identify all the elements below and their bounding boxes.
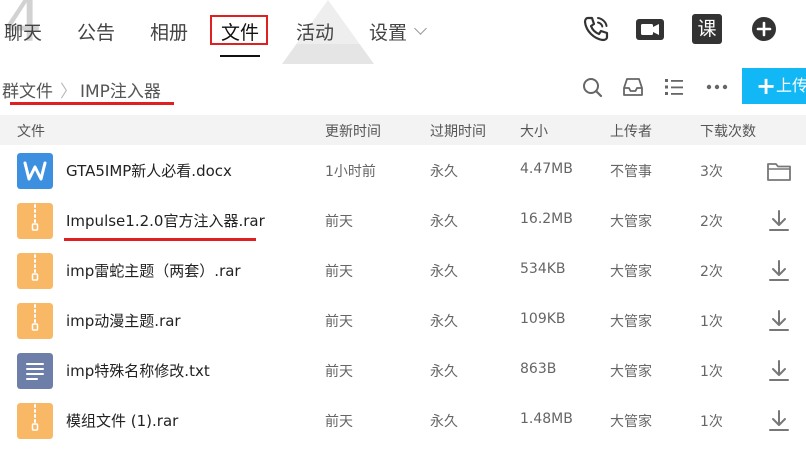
file-name[interactable]: GTA5IMP新人必看.docx [66, 160, 232, 181]
download-icon[interactable] [766, 408, 792, 434]
file-name[interactable]: imp特殊名称修改.txt [66, 360, 210, 381]
uploader: 大管家 [610, 314, 652, 330]
expire-time: 永久 [430, 314, 458, 330]
tab-announcements[interactable]: 公告 [77, 18, 115, 45]
breadcrumb-separator: 〉 [60, 82, 77, 102]
phone-icon[interactable] [580, 13, 612, 45]
updated-time: 1小时前 [325, 164, 376, 180]
download-count: 1次 [700, 314, 723, 330]
file-size: 1.48MB [520, 411, 573, 427]
file-size: 16.2MB [520, 211, 573, 227]
download-count: 3次 [700, 164, 723, 180]
video-call-icon[interactable] [634, 13, 666, 45]
expire-time: 永久 [430, 364, 458, 380]
file-name[interactable]: 模组文件 (1).rar [66, 410, 178, 431]
file-name[interactable]: Impulse1.2.0官方注入器.rar [66, 210, 265, 231]
updated-time: 前天 [325, 364, 353, 380]
tab-chat[interactable]: 聊天 [4, 18, 42, 45]
breadcrumb-highlight [10, 102, 174, 105]
inbox-icon[interactable] [621, 75, 645, 99]
uploader: 不管事 [610, 164, 652, 180]
header-file[interactable]: 文件 [17, 121, 45, 141]
download-icon[interactable] [766, 308, 792, 334]
table-row[interactable]: imp动漫主题.rar 前天 永久 109KB 大管家 1次 [0, 295, 806, 345]
file-size: 109KB [520, 311, 566, 327]
download-count: 1次 [700, 364, 723, 380]
archive-file-icon [17, 303, 53, 339]
table-row[interactable]: imp雷蛇主题（两套）.rar 前天 永久 534KB 大管家 2次 [0, 245, 806, 295]
folder-icon[interactable] [766, 158, 792, 184]
list-view-icon[interactable] [662, 75, 686, 99]
chevron-down-icon[interactable] [414, 22, 427, 35]
more-icon[interactable] [705, 75, 729, 99]
expire-time: 永久 [430, 164, 458, 180]
breadcrumb-current: IMP注入器 [80, 82, 161, 102]
file-table-header: 文件 更新时间 过期时间 大小 上传者 下载次数 [0, 115, 806, 145]
archive-file-icon [17, 403, 53, 439]
uploader: 大管家 [610, 214, 652, 230]
course-icon[interactable]: 课 [692, 14, 722, 44]
search-icon[interactable] [580, 75, 604, 99]
file-name[interactable]: imp动漫主题.rar [66, 310, 181, 331]
tab-files-underline [220, 55, 260, 57]
file-size: 863B [520, 361, 557, 377]
tab-activities[interactable]: 活动 [296, 18, 334, 45]
file-name[interactable]: imp雷蛇主题（两套）.rar [66, 260, 241, 281]
header-updated[interactable]: 更新时间 [325, 121, 381, 141]
download-icon[interactable] [766, 358, 792, 384]
expire-time: 永久 [430, 214, 458, 230]
table-row[interactable]: GTA5IMP新人必看.docx 1小时前 永久 4.47MB 不管事 3次 [0, 145, 806, 195]
file-size: 4.47MB [520, 161, 573, 177]
archive-file-icon [17, 253, 53, 289]
expire-time: 永久 [430, 264, 458, 280]
table-row[interactable]: 模组文件 (1).rar 前天 永久 1.48MB 大管家 1次 [0, 395, 806, 445]
file-size: 534KB [520, 261, 566, 277]
archive-file-icon [17, 203, 53, 239]
download-count: 1次 [700, 414, 723, 430]
word-file-icon [17, 153, 53, 189]
header-size[interactable]: 大小 [520, 121, 548, 141]
header-downloads[interactable]: 下载次数 [700, 121, 756, 141]
breadcrumb-root[interactable]: 群文件 [2, 77, 53, 102]
table-row[interactable]: imp特殊名称修改.txt 前天 永久 863B 大管家 1次 [0, 345, 806, 395]
updated-time: 前天 [325, 414, 353, 430]
text-file-icon [17, 353, 53, 389]
download-count: 2次 [700, 214, 723, 230]
header-expire[interactable]: 过期时间 [430, 121, 486, 141]
expire-time: 永久 [430, 414, 458, 430]
upload-label: 上传 [776, 76, 806, 95]
upload-button[interactable]: + 上传 [742, 68, 806, 104]
tab-files-highlight [210, 15, 268, 45]
updated-time: 前天 [325, 264, 353, 280]
download-icon[interactable] [766, 258, 792, 284]
file-name-highlight [64, 238, 256, 241]
uploader: 大管家 [610, 364, 652, 380]
download-count: 2次 [700, 264, 723, 280]
add-icon[interactable] [748, 13, 780, 45]
updated-time: 前天 [325, 314, 353, 330]
uploader: 大管家 [610, 414, 652, 430]
header-uploader[interactable]: 上传者 [610, 121, 652, 141]
group-nav-bar: 聊天 公告 相册 文件 活动 设置 课 [0, 0, 806, 64]
uploader: 大管家 [610, 264, 652, 280]
plus-icon: + [756, 72, 777, 100]
tab-album[interactable]: 相册 [150, 18, 188, 45]
updated-time: 前天 [325, 214, 353, 230]
tab-settings[interactable]: 设置 [369, 18, 407, 45]
download-icon[interactable] [766, 208, 792, 234]
